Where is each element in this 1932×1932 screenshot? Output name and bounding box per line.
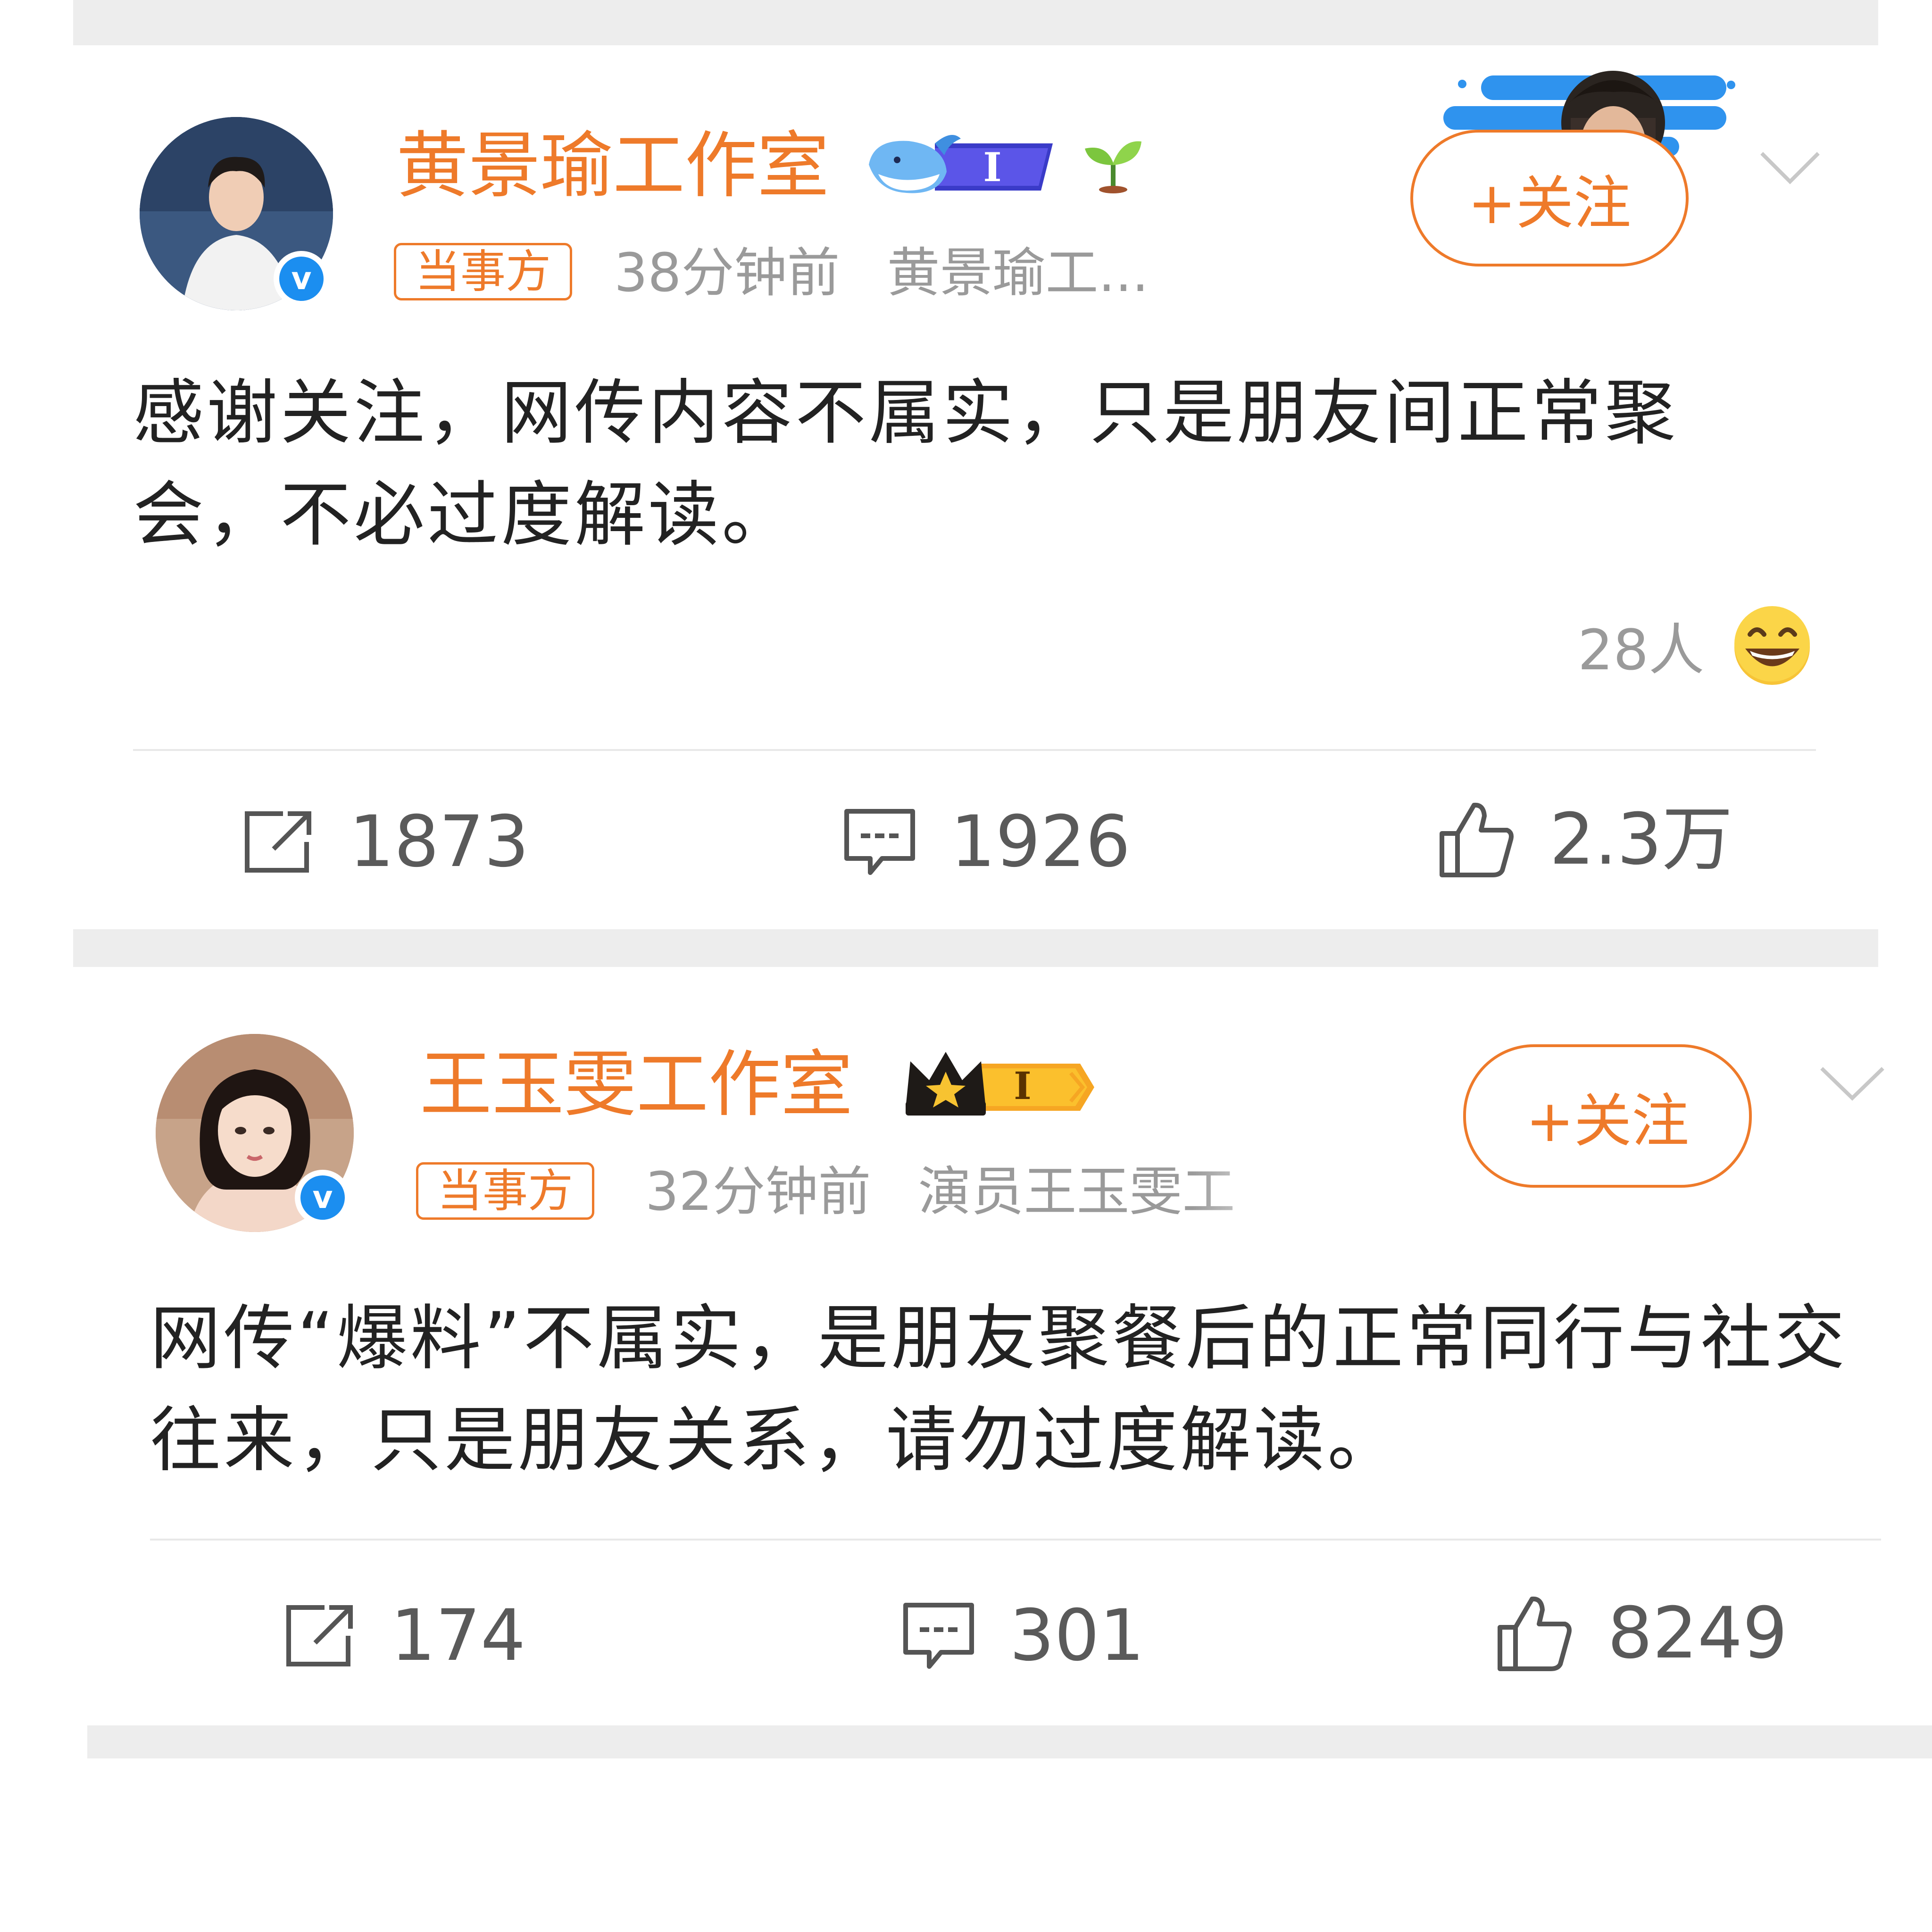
party-tag: 当事方	[394, 243, 572, 300]
post-content: 感谢关注，网传内容不属实，只是朋友间正常聚会，不必过度解读。	[133, 372, 1679, 556]
sprout-icon	[1085, 141, 1141, 193]
grinning-emoji-icon[interactable]	[1731, 606, 1814, 689]
member-level: I	[1014, 1064, 1031, 1108]
repost-count: 1873	[349, 801, 529, 883]
post-meta: 32分钟前 演员王玉雯工	[645, 1161, 1310, 1223]
follow-button[interactable]: +关注	[1410, 130, 1689, 266]
comment-icon	[844, 809, 915, 875]
divider	[150, 1539, 1881, 1541]
thumbs-up-icon	[1440, 802, 1514, 877]
party-tag: 当事方	[416, 1162, 594, 1220]
post-time: 32分钟前	[645, 1161, 871, 1223]
whale-member-badge-icon: I	[869, 135, 1053, 193]
divider	[133, 749, 1816, 751]
post-meta: 38分钟前 黄景瑜工...	[614, 242, 1180, 304]
like-count: 8249	[1607, 1592, 1788, 1674]
like-count: 2.3万	[1549, 799, 1733, 881]
comment-button[interactable]: 1926	[842, 804, 1131, 880]
verified-badge-icon: v	[274, 251, 329, 307]
verified-badge-icon: v	[295, 1170, 350, 1225]
chevron-down-icon[interactable]	[1757, 146, 1823, 189]
comment-button[interactable]: 301	[901, 1598, 1144, 1674]
reaction-count[interactable]: 28人	[1578, 617, 1704, 683]
like-button[interactable]: 8249	[1494, 1593, 1788, 1674]
author-name[interactable]: 王玉雯工作室	[420, 1047, 853, 1123]
like-button[interactable]: 2.3万	[1436, 799, 1733, 880]
post-content: 网传“爆料”不属实，是朋友聚餐后的正常同行与社交往来，只是朋友关系，请勿过度解读…	[150, 1298, 1848, 1482]
middle-separator	[73, 929, 1878, 967]
post-source[interactable]: 演员王玉雯工	[918, 1161, 1310, 1223]
member-level: I	[983, 144, 1001, 191]
follow-button[interactable]: +关注	[1463, 1044, 1752, 1188]
repost-icon	[286, 1605, 353, 1666]
post-time: 38分钟前	[614, 242, 840, 304]
repost-button[interactable]: 174	[282, 1598, 525, 1674]
bottom-separator	[87, 1725, 1932, 1758]
comment-icon	[903, 1603, 974, 1669]
repost-button[interactable]: 1873	[241, 804, 529, 880]
repost-count: 174	[391, 1595, 526, 1677]
author-name[interactable]: 黄景瑜工作室	[396, 128, 829, 204]
crown-member-badge-icon: I	[906, 1052, 1094, 1116]
thumbs-up-icon	[1498, 1596, 1572, 1671]
repost-icon	[245, 811, 311, 873]
comment-count: 301	[1009, 1595, 1145, 1677]
post-source[interactable]: 黄景瑜工...	[887, 242, 1180, 304]
chevron-down-icon[interactable]	[1817, 1061, 1888, 1104]
comment-count: 1926	[950, 801, 1131, 883]
top-separator	[73, 0, 1878, 45]
